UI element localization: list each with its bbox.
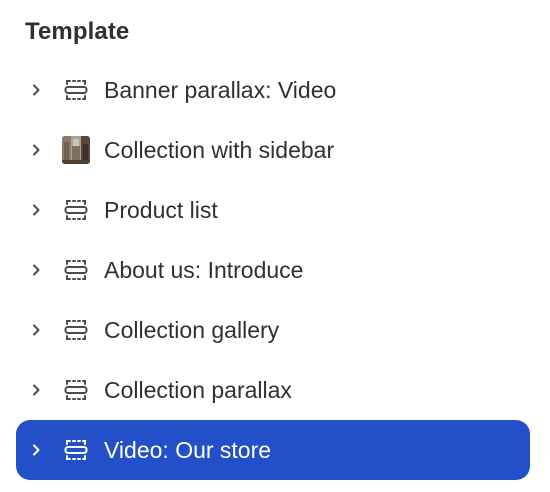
section-dashed-icon — [62, 196, 90, 224]
section-dashed-icon — [62, 256, 90, 284]
section-row-label: Product list — [104, 197, 218, 223]
section-row-banner-parallax-video[interactable]: Banner parallax: Video — [16, 60, 530, 120]
chevron-right-icon[interactable] — [28, 262, 44, 278]
chevron-right-icon[interactable] — [28, 202, 44, 218]
section-row-video-our-store[interactable]: Video: Our store — [16, 420, 530, 480]
section-dashed-icon — [62, 436, 90, 464]
template-heading: Template — [25, 18, 130, 45]
section-row-collection-gallery[interactable]: Collection gallery — [16, 300, 530, 360]
template-panel: Template Banner parallax: Video Collecti… — [0, 0, 550, 492]
section-dashed-icon — [62, 376, 90, 404]
section-row-label: About us: Introduce — [104, 257, 304, 283]
section-row-about-us-introduce[interactable]: About us: Introduce — [16, 240, 530, 300]
chevron-right-icon[interactable] — [28, 442, 44, 458]
collection-thumbnail — [62, 136, 90, 164]
section-row-label: Collection with sidebar — [104, 137, 335, 163]
section-row-product-list[interactable]: Product list — [16, 180, 530, 240]
section-row-label: Video: Our store — [104, 437, 272, 463]
section-list: Banner parallax: Video Collection with s… — [16, 60, 530, 480]
chevron-right-icon[interactable] — [28, 82, 44, 98]
section-row-collection-parallax[interactable]: Collection parallax — [16, 360, 530, 420]
chevron-right-icon[interactable] — [28, 382, 44, 398]
chevron-right-icon[interactable] — [28, 142, 44, 158]
chevron-right-icon[interactable] — [28, 322, 44, 338]
section-row-label: Banner parallax: Video — [104, 77, 337, 103]
section-row-label: Collection parallax — [104, 377, 292, 403]
section-dashed-icon — [62, 76, 90, 104]
section-row-collection-with-sidebar[interactable]: Collection with sidebar — [16, 120, 530, 180]
section-dashed-icon — [62, 316, 90, 344]
section-row-label: Collection gallery — [104, 317, 280, 343]
